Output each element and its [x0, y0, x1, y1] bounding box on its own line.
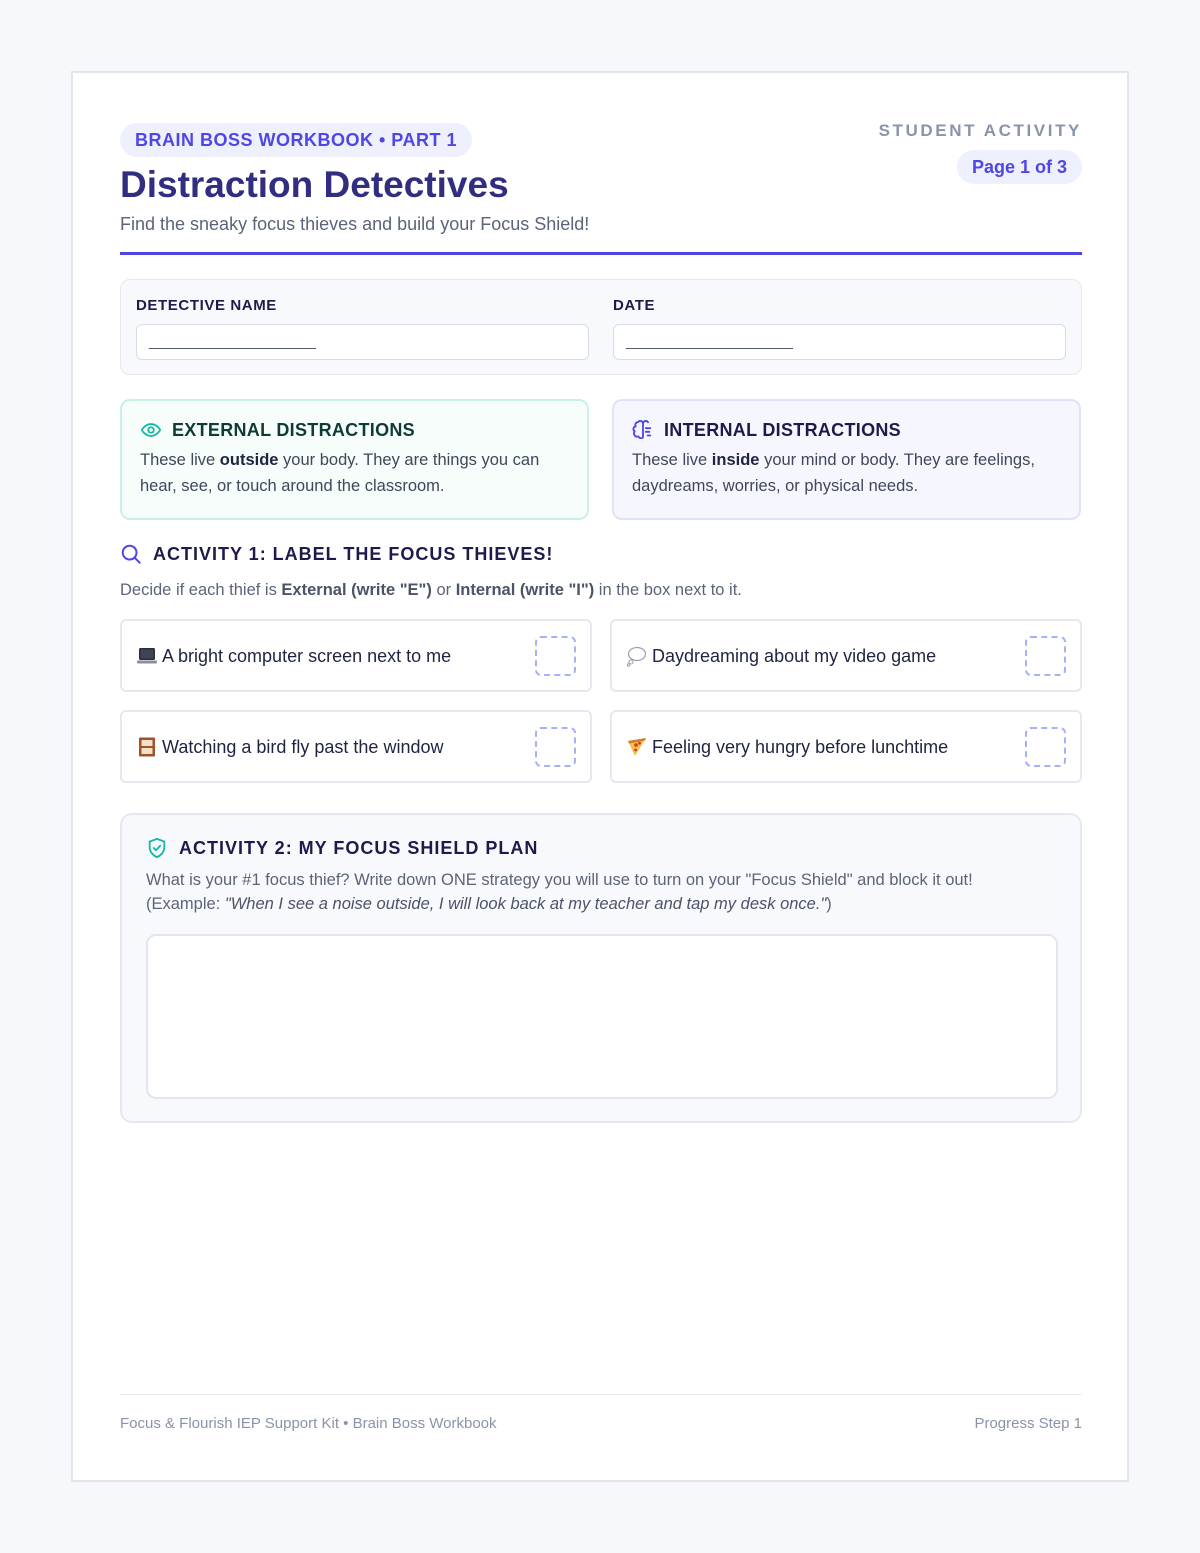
thought-bubble-icon [626, 646, 647, 667]
external-card-body: These live outside your body. They are t… [140, 451, 540, 495]
date-field-label: DATE [613, 297, 656, 314]
answer-box[interactable] [1025, 727, 1066, 767]
page-subtitle: Find the sneaky focus thieves and build … [120, 214, 590, 234]
eye-icon [140, 423, 162, 437]
date-field[interactable]: ____________________ [613, 324, 1066, 360]
footer-left-text: Focus & Flourish IEP Support Kit • Brain… [120, 1415, 497, 1432]
thief-label: Daydreaming about my video game [652, 646, 937, 666]
thief-card: Feeling very hungry before lunchtime [610, 710, 1082, 783]
window-icon [139, 737, 155, 757]
thief-card: Watching a bird fly past the window [120, 710, 592, 783]
page-number-badge: Page 1 of 3 [956, 150, 1082, 184]
name-field-label: DETECTIVE NAME [136, 297, 277, 314]
activity1-instructions: Decide if each thief is External (write … [120, 581, 742, 599]
activity2-instructions: What is your #1 focus thief? Write down … [146, 871, 973, 913]
activity-type-label: STUDENT ACTIVITY [878, 121, 1082, 140]
example-text: "When I see a noise outside, I will look… [224, 895, 827, 913]
worksheet-content: BRAIN BOSS WORKBOOK • PART 1 Distraction… [120, 120, 1082, 1432]
laptop-icon [137, 648, 157, 664]
footer-divider [120, 1394, 1082, 1395]
thief-label: Feeling very hungry before lunchtime [652, 737, 949, 757]
worksheet-page: BRAIN BOSS WORKBOOK • PART 1 Distraction… [71, 71, 1129, 1482]
brain-icon [632, 420, 652, 440]
internal-card-title: INTERNAL DISTRACTIONS [664, 419, 901, 440]
answer-box[interactable] [1025, 636, 1066, 676]
pizza-icon [628, 738, 646, 756]
activity2-header: ACTIVITY 2: MY FOCUS SHIELD PLAN [146, 837, 538, 859]
header-meta: STUDENT ACTIVITY Page 1 of 3 [879, 120, 1082, 184]
student-info-card: DETECTIVE NAME ____________________ DATE… [120, 279, 1082, 375]
activity2-title: ACTIVITY 2: MY FOCUS SHIELD PLAN [179, 837, 539, 858]
thief-card: A bright computer screen next to me [120, 619, 592, 692]
activity1-title: ACTIVITY 1: LABEL THE FOCUS THIEVES! [153, 543, 554, 564]
answer-box[interactable] [535, 727, 576, 767]
internal-emphasis: inside [711, 451, 760, 469]
answer-box[interactable] [535, 636, 576, 676]
activity1-header: ACTIVITY 1: LABEL THE FOCUS THIEVES! [120, 543, 553, 565]
thief-label: Watching a bird fly past the window [162, 737, 444, 757]
footer-right-text: Progress Step 1 [974, 1415, 1082, 1432]
external-emphasis: outside [219, 451, 279, 469]
thief-card: Daydreaming about my video game [610, 619, 1082, 692]
header-divider [120, 252, 1082, 255]
strategy-answer-box[interactable] [146, 934, 1058, 1099]
internal-distractions-card: INTERNAL DISTRACTIONS These live inside … [612, 399, 1081, 520]
search-icon [121, 544, 141, 564]
thief-label: A bright computer screen next to me [162, 646, 452, 666]
internal-card-body: These live inside your mind or body. The… [632, 451, 1035, 495]
activity2-card: ACTIVITY 2: MY FOCUS SHIELD PLAN What is… [120, 813, 1082, 1123]
date-field-group: DATE ____________________ [613, 296, 1066, 360]
name-field[interactable]: ____________________ [136, 324, 589, 360]
external-distractions-card: EXTERNAL DISTRACTIONS These live outside… [120, 399, 589, 520]
shield-check-icon [148, 837, 166, 859]
name-field-group: DETECTIVE NAME ____________________ [136, 296, 589, 360]
series-badge: BRAIN BOSS WORKBOOK • PART 1 [120, 123, 472, 157]
external-card-title: EXTERNAL DISTRACTIONS [172, 419, 415, 440]
